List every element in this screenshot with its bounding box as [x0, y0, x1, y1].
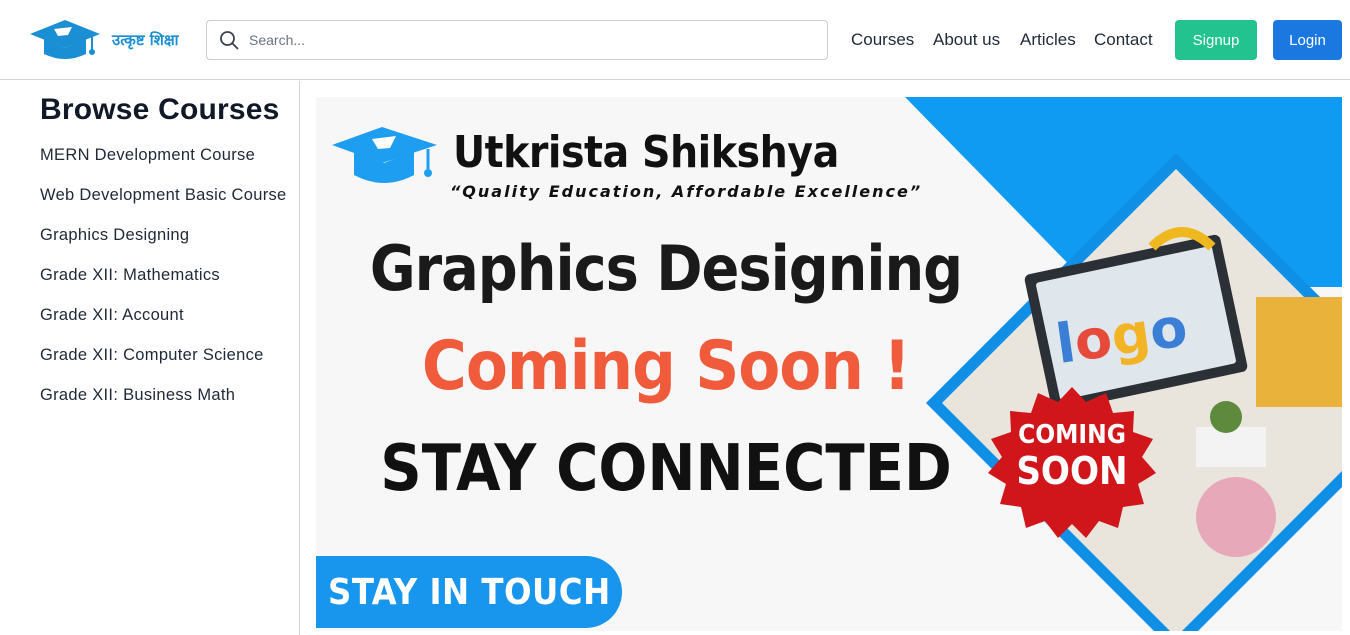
banner-headline-coming-soon: Coming Soon ! — [421, 327, 911, 406]
course-item-grade12-account[interactable]: Grade XII: Account — [40, 303, 290, 327]
graduation-cap-icon — [30, 20, 100, 59]
coming-soon-badge: COMING SOON — [994, 422, 1150, 490]
course-item-grade12-mathematics[interactable]: Grade XII: Mathematics — [40, 263, 290, 287]
banner-headline-course: Graphics Designing — [369, 232, 963, 305]
course-item-mern[interactable]: MERN Development Course — [40, 143, 290, 167]
top-navbar: उत्कृष्ट शिक्षा Courses About us Article… — [0, 0, 1350, 80]
nav-courses[interactable]: Courses — [851, 30, 914, 50]
badge-line-1: COMING — [1018, 420, 1126, 450]
banner-brand-name: Utkrista Shikshya — [453, 127, 839, 178]
course-banner-image: logo Utkrista Shikshya “Quality Educatio… — [316, 97, 1342, 631]
course-item-graphics-designing[interactable]: Graphics Designing — [40, 223, 290, 247]
course-sidebar: Browse Courses MERN Development Course W… — [0, 81, 300, 635]
course-item-grade12-business-math[interactable]: Grade XII: Business Math — [40, 383, 290, 407]
nav-contact[interactable]: Contact — [1094, 30, 1153, 50]
banner-graduation-cap-icon — [332, 127, 437, 183]
site-logo[interactable]: उत्कृष्ट शिक्षा — [28, 18, 188, 62]
course-list: MERN Development Course Web Development … — [40, 143, 290, 423]
logo-text: उत्कृष्ट शिक्षा — [112, 31, 179, 49]
search-bar[interactable] — [206, 20, 828, 60]
course-item-grade12-computer-science[interactable]: Grade XII: Computer Science — [40, 343, 290, 367]
banner-headline-stay-connected: STAY CONNECTED — [380, 432, 952, 506]
sidebar-title: Browse Courses — [40, 93, 280, 126]
course-item-web-dev-basic[interactable]: Web Development Basic Course — [40, 183, 290, 207]
nav-about-us[interactable]: About us — [933, 30, 1000, 50]
search-icon — [220, 31, 239, 50]
banner-tagline: “Quality Education, Affordable Excellenc… — [450, 182, 923, 201]
stay-in-touch-banner: STAY IN TOUCH — [316, 556, 622, 628]
signup-button[interactable]: Signup — [1175, 20, 1257, 60]
search-input[interactable] — [249, 32, 789, 48]
badge-line-2: SOON — [1016, 449, 1128, 493]
login-button[interactable]: Login — [1273, 20, 1342, 60]
nav-articles[interactable]: Articles — [1020, 30, 1076, 50]
